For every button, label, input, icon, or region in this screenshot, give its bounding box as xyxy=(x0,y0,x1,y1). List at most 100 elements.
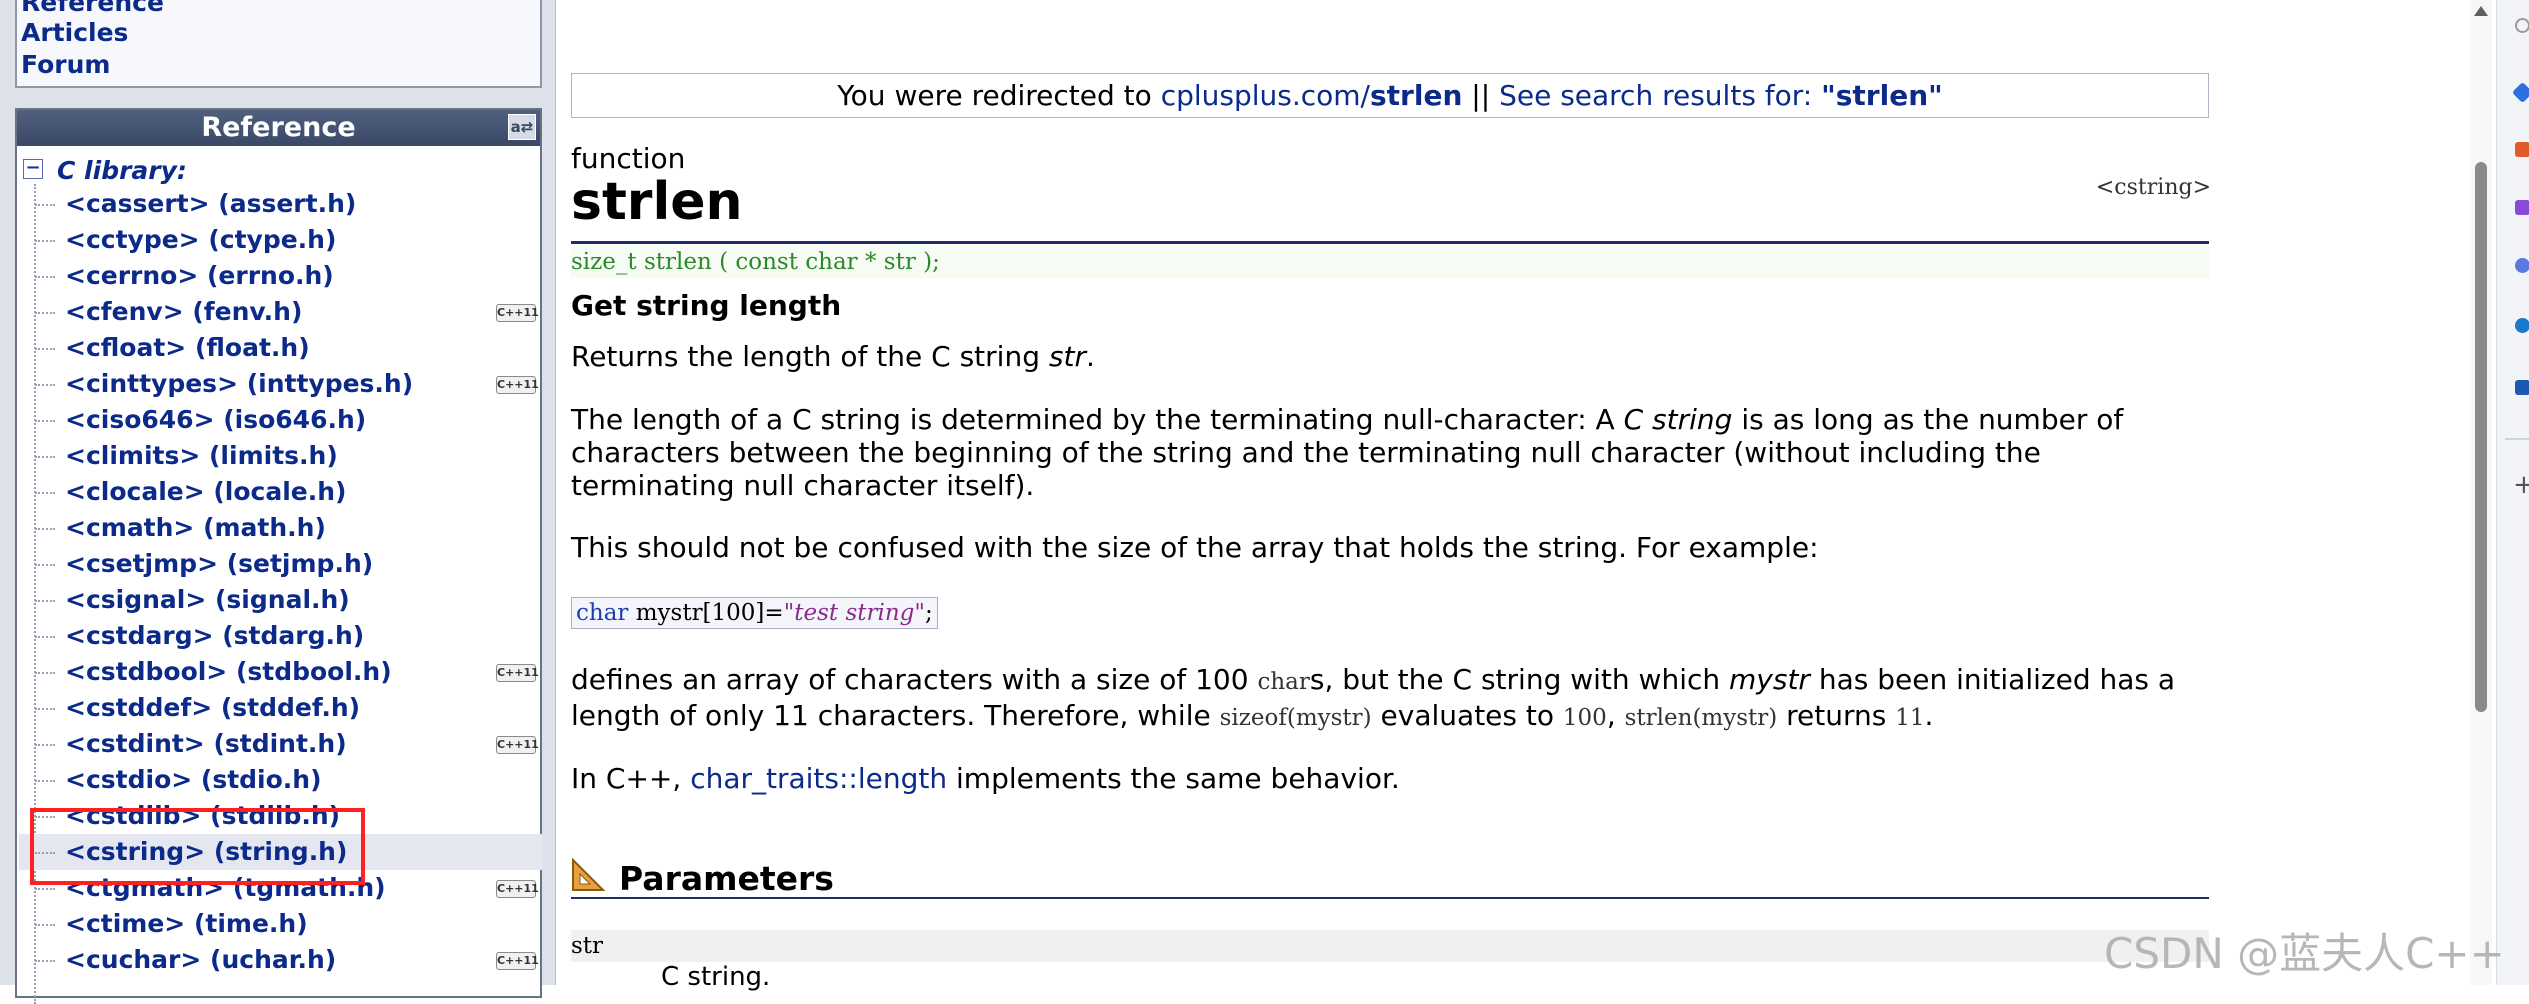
diamond-app-icon[interactable] xyxy=(2511,81,2529,104)
outlook-icon[interactable] xyxy=(2515,318,2529,333)
description-paragraph-4: defines an array of characters with a si… xyxy=(571,663,2191,735)
header-list-item[interactable]: <cstdint> (stdint.h) C++11 xyxy=(19,726,542,762)
header-list-item[interactable]: <cstdlib> (stdlib.h) xyxy=(19,798,542,834)
header-link[interactable]: <cstddef> (stddef.h) xyxy=(65,693,360,722)
cpp11-badge-icon: C++11 xyxy=(496,304,539,322)
send-icon[interactable] xyxy=(2515,380,2529,395)
nav-reference-link[interactable]: Reference xyxy=(21,0,164,18)
header-link[interactable]: <cinttypes> (inttypes.h) xyxy=(65,369,413,398)
nav-forum-link[interactable]: Forum xyxy=(21,50,110,80)
sidebar: Reference Articles Forum Reference a⇄ − … xyxy=(0,0,556,1004)
char-traits-length-link[interactable]: char_traits::length xyxy=(690,762,947,795)
header-link[interactable]: <ctime> (time.h) xyxy=(65,909,308,938)
header-link[interactable]: <cstdio> (stdio.h) xyxy=(65,765,322,794)
header-list-item[interactable]: <cassert> (assert.h) xyxy=(19,186,542,222)
p2-emphasis: C string xyxy=(1623,403,1733,436)
header-link[interactable]: <ciso646> (iso646.h) xyxy=(65,405,366,434)
code-string: "test string" xyxy=(783,600,925,626)
add-icon[interactable]: + xyxy=(2513,470,2529,500)
tree-connector xyxy=(35,492,55,494)
copilot-icon[interactable] xyxy=(2515,258,2529,273)
page-title: strlen xyxy=(571,172,743,232)
vertical-scrollbar[interactable] xyxy=(2470,0,2492,985)
scroll-thumb[interactable] xyxy=(2475,162,2487,712)
header-list-item[interactable]: <cstdio> (stdio.h) xyxy=(19,762,542,798)
header-list-item[interactable]: <cfloat> (float.h) xyxy=(19,330,542,366)
tree-connector xyxy=(35,348,55,350)
tree-connector xyxy=(35,852,55,854)
p4-text-a: defines an array of characters with a si… xyxy=(571,663,1258,696)
header-link[interactable]: <cctype> (ctype.h) xyxy=(65,225,336,254)
header-list-item[interactable]: <csignal> (signal.h) xyxy=(19,582,542,618)
puzzle-icon[interactable] xyxy=(2515,200,2529,215)
header-link[interactable]: <cerrno> (errno.h) xyxy=(65,261,334,290)
description-paragraph-2: The length of a C string is determined b… xyxy=(571,403,2191,502)
header-list-item[interactable]: <cctype> (ctype.h) xyxy=(19,222,542,258)
header-link[interactable]: <cstdlib> (stdlib.h) xyxy=(65,801,340,830)
p4-emphasis: mystr xyxy=(1729,663,1810,696)
tree-connector xyxy=(35,204,55,206)
header-list-item[interactable]: <csetjmp> (setjmp.h) xyxy=(19,546,542,582)
title-divider xyxy=(571,241,2209,244)
tree-connector xyxy=(35,816,55,818)
p4-code-char: char xyxy=(1257,669,1310,695)
header-link[interactable]: <cstdbool> (stdbool.h) xyxy=(65,657,392,686)
header-list-item[interactable]: <cstdbool> (stdbool.h) C++11 xyxy=(19,654,542,690)
header-list-item[interactable]: <clocale> (locale.h) xyxy=(19,474,542,510)
header-link[interactable]: <cfloat> (float.h) xyxy=(65,333,310,362)
toolbox-icon[interactable] xyxy=(2515,142,2529,157)
header-link[interactable]: <csetjmp> (setjmp.h) xyxy=(65,549,373,578)
p1-emphasis: str xyxy=(1048,340,1086,373)
header-link[interactable]: <csignal> (signal.h) xyxy=(65,585,350,614)
csdn-watermark: CSDN @蓝夫人C++ xyxy=(2104,929,2505,978)
c-library-label: C library: xyxy=(57,156,187,185)
collapse-icon[interactable]: − xyxy=(23,159,43,179)
p4-text-b: s, but the C string with which xyxy=(1309,663,1730,696)
header-list-item[interactable]: <climits> (limits.h) xyxy=(19,438,542,474)
header-list-item[interactable]: <ctgmath> (tgmath.h) C++11 xyxy=(19,870,542,906)
panel-toggle-icon[interactable]: a⇄ xyxy=(508,114,536,140)
nav-articles-link[interactable]: Articles xyxy=(21,18,128,48)
header-link[interactable]: <cstdarg> (stdarg.h) xyxy=(65,621,364,650)
header-list-item[interactable]: <cstddef> (stddef.h) xyxy=(19,690,542,726)
header-list-item[interactable]: <ctime> (time.h) xyxy=(19,906,542,942)
header-link[interactable]: <cassert> (assert.h) xyxy=(65,189,356,218)
header-list-item[interactable]: <cmath> (math.h) xyxy=(19,510,542,546)
header-link[interactable]: <cstdint> (stdint.h) xyxy=(65,729,347,758)
browser-side-panel: + xyxy=(2496,0,2529,985)
redirect-separator: || xyxy=(1462,79,1500,112)
top-nav-box: Reference Articles Forum xyxy=(15,0,542,88)
p1-text: Returns the length of the C string xyxy=(571,340,1049,373)
header-link[interactable]: <cfenv> (fenv.h) xyxy=(65,297,302,326)
side-panel-divider xyxy=(2505,438,2529,440)
redirect-url-link[interactable]: cplusplus.com/strlen xyxy=(1161,79,1463,112)
tree-connector xyxy=(35,672,55,674)
header-list-item[interactable]: <ciso646> (iso646.h) xyxy=(19,402,542,438)
header-link[interactable]: <cuchar> (uchar.h) xyxy=(65,945,336,974)
header-name[interactable]: <cstring> xyxy=(2096,175,2211,200)
header-link[interactable]: <clocale> (locale.h) xyxy=(65,477,346,506)
header-list-item[interactable]: <cerrno> (errno.h) xyxy=(19,258,542,294)
header-list-item[interactable]: <cinttypes> (inttypes.h) C++11 xyxy=(19,366,542,402)
parameter-name: str xyxy=(571,933,604,959)
header-list-item[interactable]: <cuchar> (uchar.h) C++11 xyxy=(19,942,542,978)
code-end: ; xyxy=(925,600,933,626)
p4-text-g: . xyxy=(1924,699,1934,732)
header-link[interactable]: <cstring> (string.h) xyxy=(65,837,347,866)
scroll-up-arrow-icon[interactable] xyxy=(2474,6,2488,16)
tree-connector xyxy=(35,240,55,242)
search-results-link[interactable]: See search results for: "strlen" xyxy=(1499,79,1943,112)
tree-connector xyxy=(35,456,55,458)
cpp11-badge-icon: C++11 xyxy=(496,880,539,898)
header-link[interactable]: <climits> (limits.h) xyxy=(65,441,338,470)
header-list-item[interactable]: <cstring> (string.h) xyxy=(19,834,542,870)
header-list-item[interactable]: <cstdarg> (stdarg.h) xyxy=(19,618,542,654)
header-link[interactable]: <ctgmath> (tgmath.h) xyxy=(65,873,386,902)
tree-connector xyxy=(35,600,55,602)
search-icon[interactable] xyxy=(2515,18,2529,33)
tree-connector xyxy=(35,960,55,962)
header-link[interactable]: <cmath> (math.h) xyxy=(65,513,326,542)
header-list-item[interactable]: <cfenv> (fenv.h) C++11 xyxy=(19,294,542,330)
cpp11-badge-icon: C++11 xyxy=(496,952,539,970)
p1-end: . xyxy=(1085,340,1095,373)
